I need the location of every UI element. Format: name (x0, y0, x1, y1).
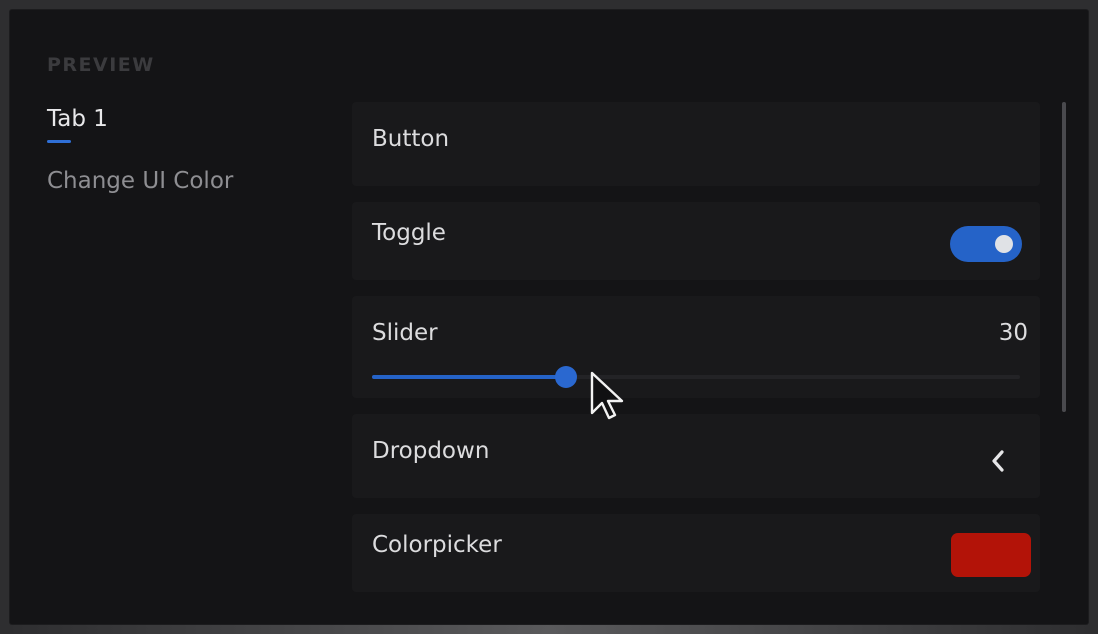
colorpicker-label: Colorpicker (372, 532, 502, 558)
slider-row (352, 296, 1040, 398)
slider-label: Slider (372, 320, 438, 346)
button-row[interactable]: Button (352, 102, 1040, 186)
chevron-left-icon[interactable] (990, 448, 1006, 478)
active-tab-indicator (47, 140, 71, 143)
slider-track[interactable] (372, 366, 1020, 388)
ui-library-window: PREVIEW Tab 1 Change UI Color Button Tog… (10, 10, 1088, 624)
toggle-knob (995, 235, 1013, 253)
slider-value: 30 (998, 320, 1028, 346)
tab-1[interactable]: Tab 1 (47, 106, 108, 143)
button-label: Button (372, 126, 450, 152)
panel-scrollbar[interactable] (1062, 102, 1066, 412)
toggle-row (352, 202, 1040, 280)
tab-1-label: Tab 1 (47, 106, 108, 132)
tab-change-ui-color-label: Change UI Color (47, 168, 234, 194)
slider-fill (372, 375, 567, 379)
dropdown-label: Dropdown (372, 438, 490, 464)
controls-panel: Button Toggle Slider 30 Dropdown Colorpi… (352, 102, 1046, 592)
toggle-switch[interactable] (950, 226, 1022, 262)
tab-change-ui-color[interactable]: Change UI Color (47, 168, 233, 194)
section-label-preview: PREVIEW (47, 54, 155, 76)
toggle-label: Toggle (372, 220, 446, 246)
color-swatch[interactable] (951, 533, 1031, 577)
